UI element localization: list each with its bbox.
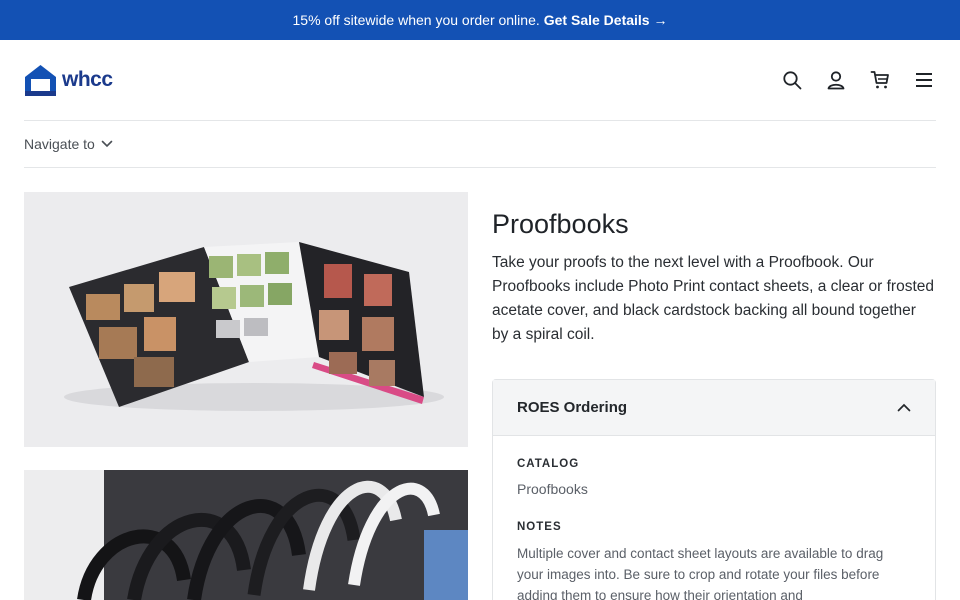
navigate-to-dropdown[interactable]: Navigate to xyxy=(24,121,936,168)
promo-banner: 15% off sitewide when you order online. … xyxy=(0,0,960,40)
logo[interactable]: whcc xyxy=(24,64,113,97)
notes-text: Multiple cover and contact sheet layouts… xyxy=(517,546,884,600)
product-image-proofbooks[interactable] xyxy=(24,192,468,447)
chevron-down-icon xyxy=(101,140,113,148)
header-actions xyxy=(780,68,936,92)
page-title: Proofbooks xyxy=(492,209,629,239)
accordion-body: CATALOG Proofbooks NOTES Multiple cover … xyxy=(493,436,935,600)
catalog-value: Proofbooks xyxy=(517,481,588,497)
search-icon[interactable] xyxy=(780,68,804,92)
chevron-up-icon xyxy=(897,403,911,412)
site-header: whcc xyxy=(24,40,936,121)
promo-text: 15% off sitewide when you order online. xyxy=(292,12,540,28)
accordion-header[interactable]: ROES Ordering xyxy=(493,380,935,436)
logo-text: whcc xyxy=(62,68,113,91)
user-icon[interactable] xyxy=(824,68,848,92)
catalog-label: CATALOG xyxy=(517,458,580,470)
product-image-spiral-coil[interactable] xyxy=(24,470,468,600)
roes-ordering-accordion: ROES Ordering CATALOG Proofbooks NOTES M… xyxy=(492,379,936,600)
notes-label: NOTES xyxy=(517,521,562,533)
cart-icon[interactable] xyxy=(868,68,892,92)
product-info: Proofbooks Take your proofs to the next … xyxy=(492,192,936,347)
house-logo-icon xyxy=(25,64,56,96)
menu-icon[interactable] xyxy=(912,68,936,92)
product-description: Take your proofs to the next level with … xyxy=(492,254,934,343)
navigate-to-label: Navigate to xyxy=(24,136,95,152)
sale-details-link[interactable]: Get Sale Details → xyxy=(544,12,668,28)
accordion-title: ROES Ordering xyxy=(517,399,628,416)
